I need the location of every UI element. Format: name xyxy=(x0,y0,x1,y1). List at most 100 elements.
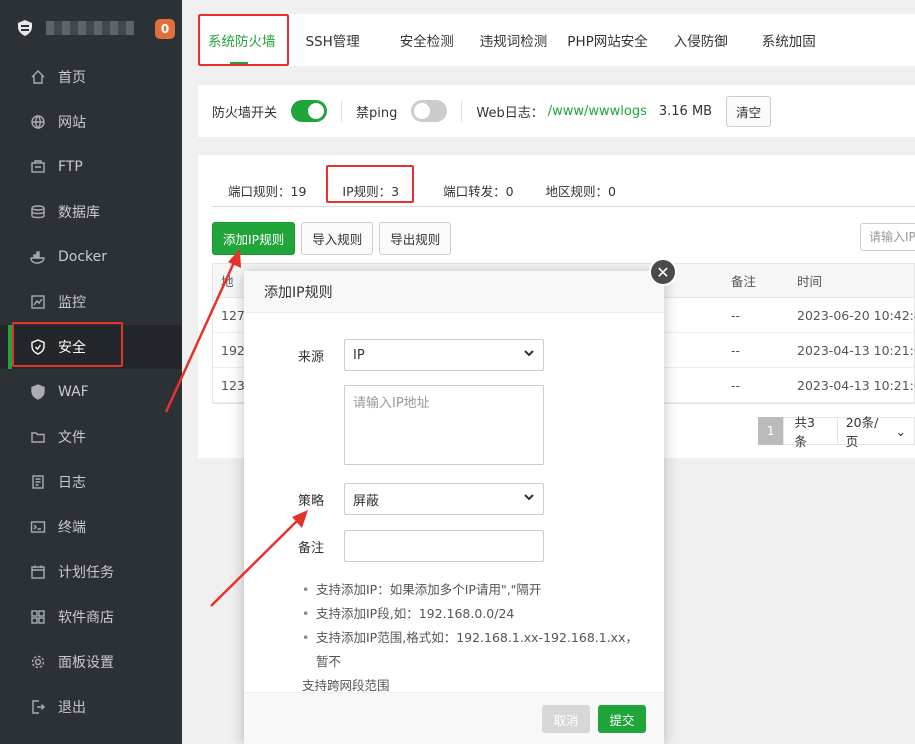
sidebar-item-store[interactable]: 软件商店 xyxy=(0,595,182,639)
sidebar-item-website[interactable]: 网站 xyxy=(0,100,182,144)
shield-icon xyxy=(30,339,46,355)
chevron-down-icon xyxy=(523,347,535,363)
help-note: • 支持添加IP：如果添加多个IP请用","隔开 xyxy=(302,578,642,602)
add-ip-rule-button[interactable]: 添加IP规则 xyxy=(212,222,296,255)
close-modal-button[interactable]: ✕ xyxy=(649,258,677,286)
column-header-address: 地 xyxy=(221,274,234,289)
strategy-value: 屏蔽 xyxy=(353,493,380,509)
ip-search-input[interactable]: 请输入IP xyxy=(860,223,915,251)
sidebar-item-label: 计划任务 xyxy=(58,565,114,581)
page-size-select[interactable]: 20条/页 ⌄ xyxy=(837,415,915,449)
sidebar-item-ftp[interactable]: FTP xyxy=(0,145,182,189)
remark-input[interactable] xyxy=(344,530,544,562)
calendar-icon xyxy=(30,564,46,580)
firewall-toggle[interactable] xyxy=(291,100,328,122)
help-note: • 支持添加IP段,如：192.168.0.0/24 xyxy=(302,602,642,626)
folder-icon xyxy=(30,429,46,445)
notification-badge[interactable]: 0 xyxy=(155,19,175,39)
sidebar-item-label: 安全 xyxy=(58,340,86,356)
sidebar-header: 0 xyxy=(0,0,182,56)
help-note: • 支持添加IP范围,格式如：192.168.1.xx-192.168.1.xx，… xyxy=(302,626,642,674)
clear-logs-button[interactable]: 清空 xyxy=(726,95,772,127)
cancel-button[interactable]: 取消 xyxy=(542,705,590,733)
row-remark: -- xyxy=(731,342,741,358)
server-logo-icon xyxy=(18,20,32,36)
strategy-row: 策略 屏蔽 xyxy=(244,483,664,515)
sidebar-item-label: 面板设置 xyxy=(58,655,114,671)
dialog-footer: 取消 提交 xyxy=(244,692,664,744)
subtab-port-rules[interactable]: 端口规则：19 xyxy=(212,175,322,207)
terminal-icon xyxy=(30,519,46,535)
chevron-down-icon xyxy=(523,491,535,507)
page-size-value: 20条/页 xyxy=(845,415,879,449)
gear-icon xyxy=(30,654,46,670)
subtab-port-forward[interactable]: 端口转发：0 xyxy=(415,175,529,207)
subtab-ip-rules[interactable]: IP规则：3 xyxy=(322,175,415,207)
weblog-size: 3.16 MB xyxy=(658,103,713,119)
ping-toggle[interactable] xyxy=(411,100,448,122)
export-rules-button[interactable]: 导出规则 xyxy=(379,222,452,255)
sidebar-item-label: 终端 xyxy=(58,520,86,536)
subtab-region-rules[interactable]: 地区规则：0 xyxy=(530,175,632,207)
sidebar-item-waf[interactable]: WAF xyxy=(0,370,182,414)
strategy-label: 策略 xyxy=(297,493,324,509)
remark-row: 备注 xyxy=(244,530,664,562)
sidebar-item-files[interactable]: 文件 xyxy=(0,415,182,459)
row-remark: -- xyxy=(731,377,741,393)
sidebar-item-label: 软件商店 xyxy=(58,610,114,626)
note-text: 支持添加IP范围,格式如：192.168.1.xx-192.168.1.xx，暂… xyxy=(316,630,638,669)
tab-ssh[interactable]: SSH管理 xyxy=(286,14,370,66)
sidebar-item-label: Docker xyxy=(58,249,108,265)
sidebar-item-label: WAF xyxy=(58,384,89,400)
tab-violation-words[interactable]: 违规词检测 xyxy=(464,14,558,66)
source-select[interactable]: IP xyxy=(344,339,544,371)
monitor-icon xyxy=(30,294,46,310)
sidebar-item-home[interactable]: 首页 xyxy=(0,55,182,99)
submit-button[interactable]: 提交 xyxy=(598,705,646,733)
row-time: 2023-04-13 10:21:03 xyxy=(797,377,915,393)
sidebar-item-settings[interactable]: 面板设置 xyxy=(0,640,182,684)
pagination: 1 共3条 20条/页 ⌄ xyxy=(758,415,915,449)
ip-address-textarea[interactable]: 请输入IP地址 xyxy=(344,385,544,465)
rule-actions: 添加IP规则 导入规则 导出规则 xyxy=(212,222,452,255)
sidebar-item-label: 退出 xyxy=(58,700,86,716)
sidebar-item-database[interactable]: 数据库 xyxy=(0,190,182,234)
home-icon xyxy=(30,69,46,85)
security-tabs: 系统防火墙 SSH管理 安全检测 违规词检测 PHP网站安全 入侵防御 系统加固 xyxy=(198,14,915,66)
help-notes: • 支持添加IP：如果添加多个IP请用","隔开 • 支持添加IP段,如：192.1… xyxy=(302,578,642,698)
sidebar-item-label: 数据库 xyxy=(58,205,100,221)
column-header-remark: 备注 xyxy=(731,274,757,289)
sidebar-item-security[interactable]: 安全 xyxy=(0,325,182,369)
dialog-title: 添加IP规则 xyxy=(244,271,664,313)
weblog-path-link[interactable]: /www/wwwlogs xyxy=(548,104,647,119)
weblog-label: Web日志： xyxy=(476,105,544,121)
page-number-button[interactable]: 1 xyxy=(758,417,784,445)
source-row: 来源 IP xyxy=(244,339,664,371)
logout-icon xyxy=(30,699,46,715)
sidebar-item-cron[interactable]: 计划任务 xyxy=(0,550,182,594)
sidebar-item-logs[interactable]: 日志 xyxy=(0,460,182,504)
waf-shield-icon xyxy=(30,384,46,400)
import-rules-button[interactable]: 导入规则 xyxy=(301,222,374,255)
sidebar-item-label: 监控 xyxy=(58,295,86,311)
tab-security-scan[interactable]: 安全检测 xyxy=(370,14,464,66)
docker-icon xyxy=(30,249,46,265)
chevron-down-icon: ⌄ xyxy=(895,423,906,439)
sidebar-item-logout[interactable]: 退出 xyxy=(0,685,182,729)
database-icon xyxy=(30,204,46,220)
sidebar-item-label: FTP xyxy=(58,159,83,175)
tab-php-security[interactable]: PHP网站安全 xyxy=(557,14,657,66)
ftp-icon xyxy=(30,159,46,175)
firewall-switch-label: 防火墙开关 xyxy=(212,105,278,121)
globe-icon xyxy=(30,114,46,130)
source-value: IP xyxy=(353,347,365,363)
tab-intrusion-prevention[interactable]: 入侵防御 xyxy=(658,14,738,66)
tab-system-hardening[interactable]: 系统加固 xyxy=(738,14,826,66)
sidebar-item-monitor[interactable]: 监控 xyxy=(0,280,182,324)
strategy-select[interactable]: 屏蔽 xyxy=(344,483,544,515)
sidebar-item-label: 首页 xyxy=(58,70,86,86)
sidebar-item-terminal[interactable]: 终端 xyxy=(0,505,182,549)
sidebar-item-docker[interactable]: Docker xyxy=(0,235,182,279)
tab-system-firewall[interactable]: 系统防火墙 xyxy=(198,14,286,66)
ip-address-row: 请输入IP地址 xyxy=(244,385,664,465)
